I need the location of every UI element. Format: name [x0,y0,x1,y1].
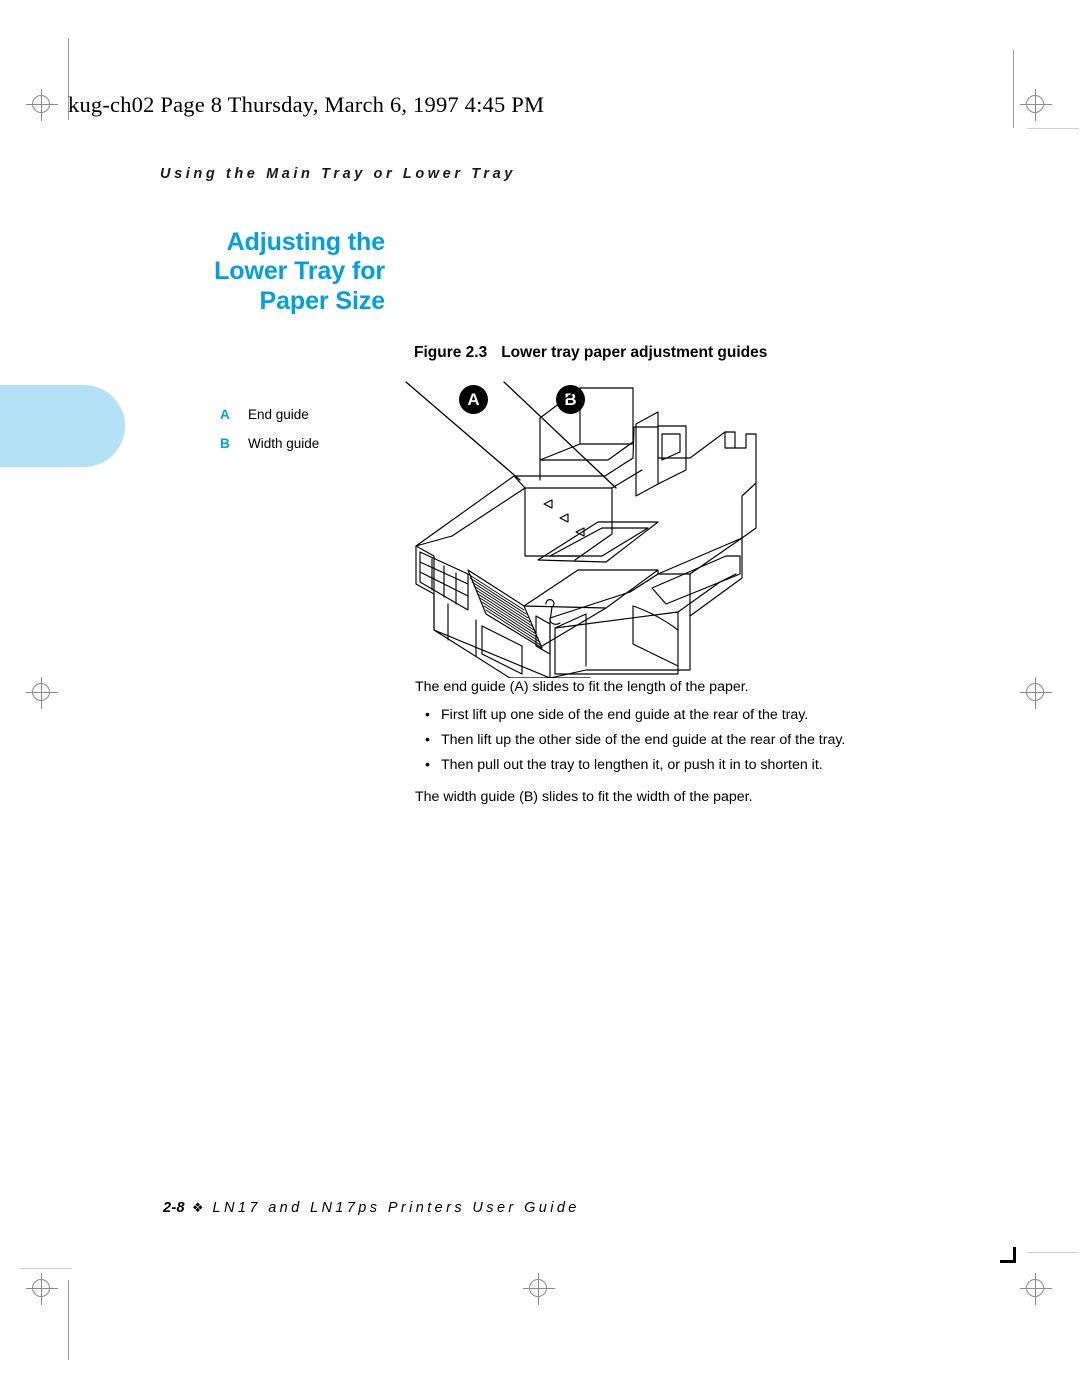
list-item: • Then pull out the tray to lengthen it, … [415,753,955,778]
legend-key-b: B [220,436,230,451]
tray-front-curve [632,605,679,631]
chapter-thumb-tab [0,385,125,467]
page-title-line-1: Adjusting the [226,228,386,256]
steps-list: • First lift up one side of the end guide… [415,703,955,778]
paragraph-end-guide: The end guide (A) slides to fit the leng… [415,679,749,695]
tray-front-label-area [651,555,741,605]
trim-line-right-top [1013,50,1014,128]
list-item-text: Then lift up the other side of the end g… [441,732,846,748]
tray-lever-hook [545,599,561,625]
paper-stack-ribs [467,573,543,647]
figure-title: Lower tray paper adjustment guides [501,344,768,361]
crop-mark-bottom-right [1000,1247,1016,1263]
list-item: • First lift up one side of the end guide… [415,703,955,728]
bullet-icon: • [425,757,430,773]
width-guide-notch [661,433,681,461]
legend-label-b: Width guide [248,436,320,451]
document-page: kug-ch02 Page 8 Thursday, March 6, 1997 … [0,0,1080,1397]
page-title-line-3: Paper Size [259,286,386,315]
registration-mark-bottom-center [522,1272,556,1306]
tray-rim-contour-1 [415,535,453,547]
registration-mark-bottom-left [25,1272,59,1306]
book-title: LN17 and LN17ps Printers User Guide [212,1200,580,1216]
list-item-text: First lift up one side of the end guide … [441,707,809,723]
page-title-line-2: Lower Tray for [214,257,385,286]
diamond-ornament-icon: ❖ [191,1200,204,1215]
registration-mark-top-right [1019,88,1053,122]
page-title: Adjusting the Lower Tray for Paper Size [60,228,385,316]
tray-well-back [574,487,613,561]
figure-legend: A End guide B Width guide [220,400,319,458]
file-slug-line: kug-ch02 Page 8 Thursday, March 6, 1997 … [68,92,545,117]
tray-front-face-left [554,613,587,667]
trim-line-left-bottom [68,1280,69,1360]
tray-floor-panel-inner [549,527,649,557]
folio-number: 2-8 [163,1200,185,1216]
legend-key-a: A [220,407,230,422]
registration-mark-bottom-right [1019,1272,1053,1306]
paragraph-width-guide: The width guide (B) slides to fit the wi… [415,789,753,805]
registration-mark-top-left [25,88,59,122]
figure-number: Figure 2.3 [414,344,488,361]
page-footer: 2-8 ❖ LN17 and LN17ps Printers User Guide [163,1200,580,1216]
size-marker-2 [559,513,569,523]
registration-mark-middle-right [1019,676,1053,710]
tray-top-rim [415,426,757,593]
trim-line-bottom-left [20,1268,72,1269]
leader-line-a [405,381,521,481]
size-marker-1 [543,499,553,509]
tray-lift-plate [523,569,659,609]
trim-line-top-right [1027,128,1079,129]
legend-item: A End guide [220,400,319,429]
running-head: Using the Main Tray or Lower Tray [160,166,516,182]
registration-mark-middle-left [25,676,59,710]
width-guide [635,411,659,497]
end-guide [539,387,634,481]
tray-rim-contour-2 [513,475,526,489]
figure-caption: Figure 2.3 Lower tray paper adjustment gu… [414,344,767,362]
list-item-text: Then pull out the tray to lengthen it, o… [441,757,823,773]
tray-right-riser-2 [724,431,736,449]
trim-line-bottom-right [1027,1252,1079,1253]
bullet-icon: • [425,732,430,748]
tray-center-bracket [535,615,551,655]
body-copy: The end guide (A) slides to fit the leng… [415,676,955,813]
tray-side-rect [481,625,523,675]
legend-label-a: End guide [248,407,309,422]
tray-front-panel [549,537,743,678]
tray-right-riser [741,482,757,539]
legend-item: B Width guide [220,429,319,458]
end-guide-inner [579,387,634,445]
leader-line-b [503,381,617,489]
lower-paper-tray-illustration [405,381,757,678]
tray-left-wall-top [415,545,435,595]
tray-front-face [554,611,679,675]
list-item: • Then lift up the other side of the end … [415,728,955,753]
bullet-icon: • [425,707,430,723]
end-guide-edge [539,443,581,461]
